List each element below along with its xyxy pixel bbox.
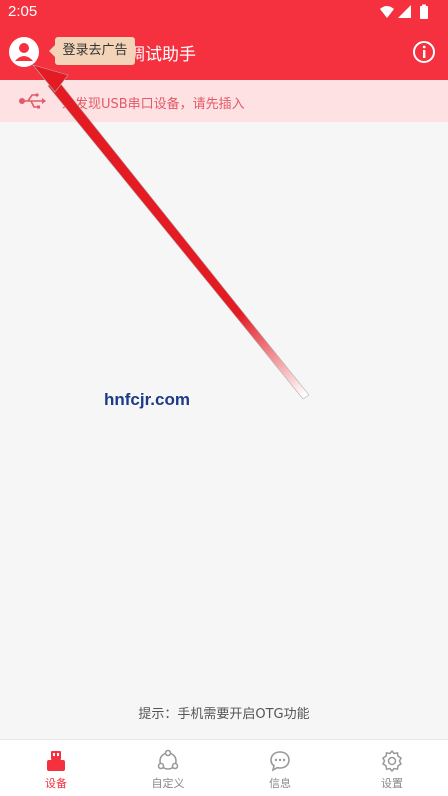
notice-bar: 未发现USB串口设备，请先插入: [0, 80, 448, 122]
nav-label-message: 信息: [269, 777, 291, 790]
otg-hint-text: 提示：手机需要开启OTG功能: [138, 707, 310, 722]
battery-icon: [420, 6, 428, 19]
nav-label-custom: 自定义: [151, 777, 185, 790]
notice-text: 未发现USB串口设备，请先插入: [62, 97, 245, 112]
gear-icon: [382, 750, 402, 772]
user-icon: [15, 43, 33, 61]
info-icon[interactable]: [412, 40, 436, 64]
bottom-nav: 设备 自定义 信息 设置: [0, 739, 448, 796]
usb-icon: [19, 93, 46, 109]
usb-device-icon: [47, 751, 65, 771]
nav-label-device: 设备: [45, 777, 67, 790]
nav-item-device[interactable]: 设备: [0, 740, 112, 796]
nav-label-settings: 设置: [381, 777, 403, 790]
watermark-text: hnfcjr.com: [104, 390, 190, 409]
message-icon: [270, 751, 290, 772]
nav-item-custom[interactable]: 自定义: [112, 740, 224, 796]
wifi-icon: [380, 6, 394, 18]
page-title: 调试助手: [128, 45, 196, 65]
nav-item-message[interactable]: 信息: [224, 740, 336, 796]
login-remove-ads-tooltip[interactable]: 登录去广告: [49, 37, 135, 65]
status-bar: 2:05: [0, 0, 448, 24]
user-avatar-button[interactable]: [9, 37, 39, 67]
status-time: 2:05: [8, 3, 38, 20]
status-icons: [380, 4, 428, 19]
signal-icon: [398, 5, 411, 18]
custom-icon: [157, 749, 179, 770]
nav-item-settings[interactable]: 设置: [336, 740, 448, 796]
